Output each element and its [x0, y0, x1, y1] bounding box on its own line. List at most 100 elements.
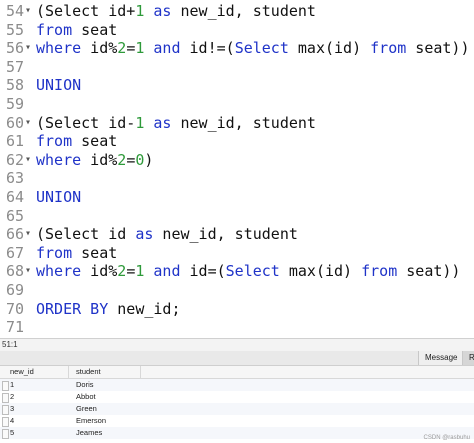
text-token: ): [144, 150, 154, 169]
number-token: 2: [117, 150, 127, 169]
table-row[interactable]: 1 Doris: [0, 379, 474, 391]
fold-arrow-icon[interactable]: ▾: [25, 229, 33, 239]
table-cell-student: Emerson: [76, 416, 107, 425]
line-number: 67: [5, 243, 24, 262]
row-selector[interactable]: [2, 429, 9, 439]
keyword-token: from: [36, 243, 73, 262]
column-header-student[interactable]: student: [76, 366, 101, 378]
tab-result[interactable]: R: [462, 351, 474, 365]
text-token: id%: [81, 150, 118, 169]
keyword-token: as: [153, 2, 172, 20]
table-cell-new-id: 1: [10, 380, 15, 389]
code-line[interactable]: 54 ▾ (Select id+1 as new_id, student: [0, 2, 474, 21]
row-selector[interactable]: [2, 393, 9, 403]
row-selector[interactable]: [2, 417, 9, 427]
code-text: from seat: [36, 132, 117, 151]
fold-arrow-icon[interactable]: ▾: [25, 117, 33, 127]
text-token: id=(: [180, 262, 226, 281]
keyword-token: Select: [225, 262, 280, 281]
code-line[interactable]: 55 from seat: [0, 21, 474, 40]
fold-arrow-icon[interactable]: ▾: [25, 266, 33, 276]
line-number: 71: [5, 318, 24, 337]
keyword-token: and: [153, 39, 181, 58]
code-line[interactable]: 61 from seat: [0, 132, 474, 151]
keyword-token: as: [135, 225, 154, 244]
text-token: new_id, student: [171, 113, 316, 132]
number-token: 2: [117, 39, 127, 58]
code-text: (Select id+1 as new_id, student: [36, 2, 316, 21]
code-line[interactable]: 60 ▾ (Select id-1 as new_id, student: [0, 114, 474, 133]
text-token: seat: [72, 243, 118, 262]
sql-editor[interactable]: 54 ▾ (Select id+1 as new_id, student 55 from…: [0, 0, 474, 338]
fold-arrow-icon[interactable]: ▾: [25, 43, 33, 53]
table-row[interactable]: 3 Green: [0, 403, 474, 415]
text-token: (Select id-: [36, 113, 136, 132]
text-token: =: [126, 150, 136, 169]
code-text: where id%2=1 and id!=(Select max(id) fro…: [36, 39, 470, 58]
code-text: ORDER BY new_id;: [36, 300, 181, 319]
code-line[interactable]: 71: [0, 318, 474, 337]
column-header-new-id[interactable]: new_id: [10, 366, 34, 378]
tab-message[interactable]: Message: [418, 351, 464, 365]
code-line[interactable]: 70 ORDER BY new_id;: [0, 300, 474, 319]
keyword-token: from: [361, 262, 398, 281]
code-line[interactable]: 62 ▾ where id%2=0): [0, 151, 474, 170]
table-cell-student: Jeames: [76, 428, 103, 437]
grid-header: new_id student: [0, 366, 474, 379]
text-token: (Select id+: [36, 2, 136, 20]
text-token: new_id, student: [153, 225, 298, 244]
keyword-token: where: [36, 39, 82, 58]
keyword-token: from: [36, 20, 73, 39]
code-text: from seat: [36, 244, 117, 263]
watermark: CSDN @rasbuhu: [423, 435, 470, 441]
number-token: 2: [117, 262, 127, 281]
keyword-token: where: [36, 150, 82, 169]
code-line[interactable]: 67 from seat: [0, 244, 474, 263]
table-cell-student: Green: [76, 404, 97, 413]
code-line[interactable]: 65: [0, 207, 474, 226]
code-line[interactable]: 58 UNION: [0, 76, 474, 95]
code-text: (Select id-1 as new_id, student: [36, 114, 316, 133]
column-separator[interactable]: [68, 366, 69, 378]
text-token: seat)): [406, 39, 470, 58]
table-row[interactable]: 5 Jeames: [0, 427, 474, 439]
code-line[interactable]: 68 ▾ where id%2=1 and id=(Select max(id) f…: [0, 262, 474, 281]
code-line[interactable]: 57: [0, 58, 474, 77]
line-number: 68: [5, 262, 24, 281]
code-line[interactable]: 66 ▾ (Select id as new_id, student: [0, 225, 474, 244]
result-grid[interactable]: new_id student 1 Doris 2 Abbot 3 Green 4 Emerson 5…: [0, 366, 474, 443]
keyword-token: from: [36, 132, 73, 151]
line-number: 70: [5, 299, 24, 318]
code-text: from seat: [36, 21, 117, 40]
keyword-token: from: [370, 39, 407, 58]
text-token: seat)): [397, 262, 461, 281]
column-separator[interactable]: [140, 366, 141, 378]
fold-arrow-icon[interactable]: ▾: [25, 6, 33, 16]
line-number: 60: [5, 113, 24, 132]
line-number: 55: [5, 20, 24, 39]
code-text: UNION: [36, 76, 81, 95]
line-number: 59: [5, 95, 24, 113]
code-line[interactable]: 56 ▾ where id%2=1 and id!=(Select max(id) …: [0, 39, 474, 58]
code-line[interactable]: 64 UNION: [0, 188, 474, 207]
row-selector[interactable]: [2, 381, 9, 391]
text-token: max(id): [288, 39, 371, 58]
table-cell-student: Doris: [76, 380, 94, 389]
text-token: =: [126, 39, 136, 58]
result-tab-bar: Message R: [0, 351, 474, 366]
code-line[interactable]: 63: [0, 169, 474, 188]
line-number: 62: [5, 150, 24, 169]
code-line[interactable]: 69: [0, 281, 474, 300]
keyword-token: where: [36, 262, 82, 281]
text-token: new_id, student: [171, 2, 316, 20]
code-text: UNION: [36, 188, 81, 207]
line-number: 57: [5, 57, 24, 76]
status-bar: 51:1: [0, 338, 474, 351]
row-selector[interactable]: [2, 405, 9, 415]
text-token: id%: [81, 39, 118, 58]
table-row[interactable]: 2 Abbot: [0, 391, 474, 403]
code-text: where id%2=1 and id=(Select max(id) from…: [36, 262, 460, 281]
fold-arrow-icon[interactable]: ▾: [25, 154, 33, 164]
code-line[interactable]: 59: [0, 95, 474, 114]
table-row[interactable]: 4 Emerson: [0, 415, 474, 427]
